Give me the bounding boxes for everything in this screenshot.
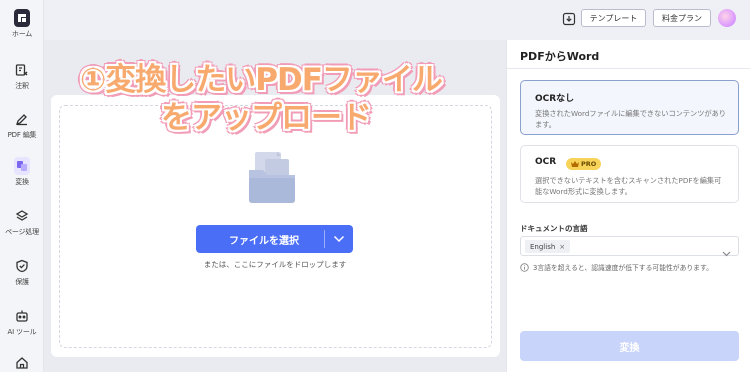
pro-badge-label: PRO	[581, 160, 597, 168]
sidebar-item-label: ページ処理	[5, 228, 39, 236]
chevron-down-icon[interactable]	[722, 242, 731, 261]
select-file-label: ファイルを選択	[229, 235, 299, 247]
language-note-text: 3言語を超えると、認識速度が低下する可能性があります。	[533, 264, 713, 272]
select-file-button[interactable]: ファイルを選択	[196, 225, 353, 253]
shield-icon	[14, 258, 30, 274]
folder-icon	[247, 150, 297, 206]
option-title: OCR	[535, 157, 557, 167]
option-ocr[interactable]: OCR PRO 選択できないテキストを含むスキャンされたPDFを編集可能なWor…	[520, 145, 739, 203]
option-description: 変換されたWordファイルに編集できないコンテンツがあります。	[535, 109, 726, 129]
sidebar-item-page-processing[interactable]: ページ処理	[0, 208, 44, 237]
language-chip: English ×	[525, 240, 571, 253]
pricing-button-label: 料金プラン	[662, 13, 702, 23]
sidebar-item-label: 保護	[15, 278, 29, 286]
convert-icon	[14, 157, 30, 175]
sidebar-item-label: 注釈	[15, 82, 29, 90]
pro-badge: PRO	[566, 158, 602, 170]
info-icon	[520, 262, 529, 272]
convert-button[interactable]: 変換	[520, 331, 739, 361]
sidebar-item-annotate[interactable]: 注釈	[0, 62, 44, 91]
sidebar-item-house[interactable]	[0, 355, 44, 371]
sidebar-item-label: PDF 編集	[7, 131, 37, 139]
sidebar-item-ai-tools[interactable]: AI ツール	[0, 308, 44, 337]
option-no-ocr[interactable]: OCRなし 変換されたWordファイルに編集できないコンテンツがあります。	[520, 80, 739, 135]
chevron-down-icon[interactable]	[325, 235, 353, 243]
app-window: ホーム 注釈 PDF 編集 変換 ページ処理 保護 AI ツール テンプレート …	[0, 0, 750, 372]
sidebar-item-label: 変換	[15, 178, 29, 186]
template-button[interactable]: テンプレート	[581, 9, 646, 27]
drop-hint: または、ここにファイルをドロップします	[203, 260, 347, 269]
convert-button-label: 変換	[619, 342, 640, 354]
option-description: 選択できないテキストを含むスキャンされたPDFを編集可能なWord形式に変換しま…	[535, 176, 722, 196]
edit-icon	[14, 111, 30, 127]
sidebar: ホーム 注釈 PDF 編集 変換 ページ処理 保護 AI ツール	[0, 0, 44, 372]
template-button-label: テンプレート	[589, 13, 638, 23]
language-select[interactable]: English ×	[520, 236, 739, 257]
conversion-panel: PDFからWord OCRなし 変換されたWordファイルに編集できないコンテン…	[506, 40, 750, 372]
sidebar-item-protect[interactable]: 保護	[0, 258, 44, 287]
language-chip-label: English	[530, 242, 556, 251]
pricing-button[interactable]: 料金プラン	[653, 9, 711, 27]
robot-icon	[14, 308, 30, 324]
home-logo-icon	[14, 9, 30, 27]
sidebar-item-convert[interactable]: 変換	[0, 157, 44, 187]
avatar[interactable]	[718, 9, 736, 27]
language-note: 3言語を超えると、認識速度が低下する可能性があります。	[520, 262, 713, 272]
sidebar-item-label: AI ツール	[7, 328, 37, 336]
topbar: テンプレート 料金プラン	[44, 0, 750, 40]
sidebar-item-label: ホーム	[11, 30, 33, 38]
divider	[507, 68, 750, 69]
sidebar-item-home[interactable]: ホーム	[0, 9, 44, 39]
house-icon	[14, 355, 30, 371]
annotate-icon	[14, 62, 30, 78]
language-label: ドキュメントの言語	[520, 224, 588, 233]
download-icon[interactable]	[562, 11, 576, 26]
layers-icon	[14, 208, 30, 224]
option-title: OCRなし	[535, 94, 575, 104]
overlay-caption-line2: をアップロード	[161, 100, 372, 136]
sidebar-item-pdf-edit[interactable]: PDF 編集	[0, 111, 44, 140]
crown-icon	[571, 161, 579, 167]
panel-title: PDFからWord	[520, 50, 600, 63]
remove-chip-icon[interactable]: ×	[559, 243, 565, 251]
